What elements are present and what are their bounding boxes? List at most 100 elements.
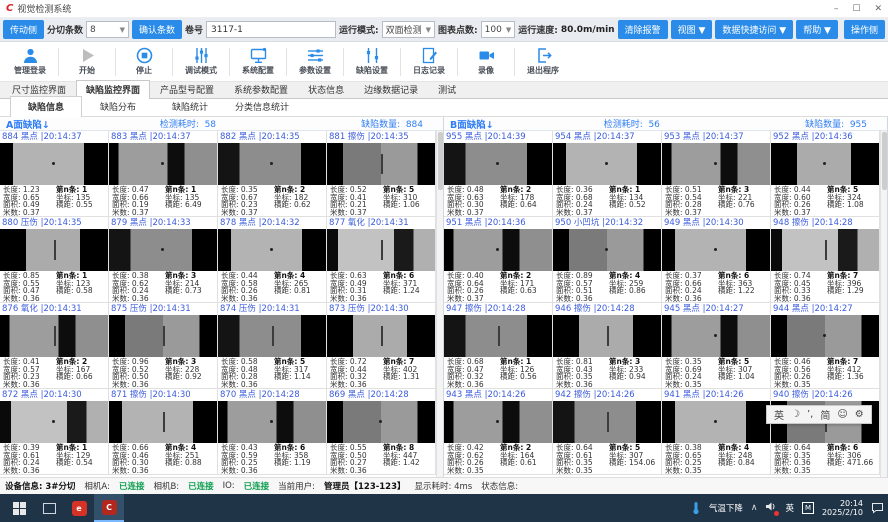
action-stop-button[interactable]: 停止 [116, 47, 172, 76]
camera-a-label: 相机A: [84, 480, 110, 492]
action-label: 系统配置 [242, 65, 274, 76]
defect-cell[interactable]: 951 黑点 |20:14:36 长度: 0.40宽度: 0.64面积: 0.2… [444, 217, 553, 303]
defect-cell[interactable]: 881 擦伤 |20:14:35 长度: 0.52宽度: 0.41面积: 0.2… [327, 131, 436, 217]
action-user-button[interactable]: 管理登录 [2, 47, 58, 76]
defect-cell[interactable]: 869 黑点 |20:14:28 长度: 0.55宽度: 0.50面积: 0.2… [327, 389, 436, 475]
action-log-button[interactable]: 日志记录 [401, 47, 457, 76]
panel-detect-time: 检测耗时: 58 [160, 117, 216, 130]
defect-cell[interactable]: 940 擦伤 |20:14:26 长度: 0.64宽度: 0.35面积: 0.3… [771, 389, 880, 475]
chart-points-label: 图表点数: [438, 23, 478, 36]
defect-cell[interactable]: 883 黑点 |20:14:37 长度: 0.47宽度: 0.66面积: 0.1… [109, 131, 218, 217]
maximize-button[interactable]: ☐ [852, 4, 860, 14]
taskbar-app-2[interactable]: C [94, 494, 124, 522]
operation-side-button[interactable]: 操作侧 [844, 20, 885, 39]
task-view-button[interactable] [34, 494, 64, 522]
ime-settings-gear-icon[interactable]: ⚙ [855, 409, 864, 420]
defect-cell[interactable]: 944 黑点 |20:14:27 长度: 0.46宽度: 0.56面积: 0.2… [771, 303, 880, 389]
subtab-1[interactable]: 缺陷分布 [82, 96, 154, 116]
defect-cell[interactable]: 878 黑点 |20:14:32 长度: 0.44宽度: 0.58面积: 0.2… [218, 217, 327, 303]
scrollbar-thumb[interactable] [438, 132, 443, 190]
subtab-2[interactable]: 缺陷统计 [154, 96, 226, 116]
minimize-button[interactable]: – [834, 4, 839, 14]
tab-1[interactable]: 缺陷监控界面 [76, 80, 150, 99]
tray-expand-chevron[interactable]: ∧ [751, 503, 758, 513]
defect-cell[interactable]: 948 擦伤 |20:14:28 长度: 0.74宽度: 0.45面积: 0.3… [771, 217, 880, 303]
defect-cell[interactable]: 942 擦伤 |20:14:26 长度: 0.64宽度: 0.61面积: 0.3… [553, 389, 662, 475]
ime-simplified-toggle[interactable]: 简 [820, 407, 830, 422]
slit-count-select[interactable]: 8▼ [86, 21, 129, 38]
defect-cell-header: 869 黑点 |20:14:28 [327, 389, 435, 401]
subtab-0[interactable]: 缺陷信息 [10, 96, 82, 117]
ime-punctuation-toggle[interactable]: ’, [807, 409, 813, 420]
defect-cell[interactable]: 954 黑点 |20:14:37 长度: 0.36宽度: 0.68面积: 0.2… [553, 131, 662, 217]
defect-cell[interactable]: 871 擦伤 |20:14:30 长度: 0.66宽度: 0.46面积: 0.3… [109, 389, 218, 475]
defect-cell-header: 940 擦伤 |20:14:26 [771, 389, 879, 401]
ime-language-indicator[interactable]: 英 [785, 502, 794, 514]
action-vsliders-button[interactable]: 缺陷设置 [344, 47, 400, 76]
quick-access-menu-button[interactable]: 数据快捷访问 ▼ [715, 20, 793, 39]
panel-scrollbar[interactable] [880, 131, 887, 477]
action-hsliders-button[interactable]: 参数设置 [287, 47, 343, 76]
panel-header: B面缺陷↓ 检测耗时: 56 缺陷数量: 955 [444, 117, 887, 131]
defect-cell[interactable]: 884 黑点 |20:14:37 长度: 1.23宽度: 0.65面积: 0.4… [0, 131, 109, 217]
defect-cell[interactable]: 882 黑点 |20:14:35 长度: 0.35宽度: 0.67面积: 0.2… [218, 131, 327, 217]
defect-cell[interactable]: 873 压伤 |20:14:30 长度: 0.72宽度: 0.44面积: 0.3… [327, 303, 436, 389]
defect-cell[interactable]: 945 黑点 |20:14:27 长度: 0.35宽度: 0.69面积: 0.2… [662, 303, 771, 389]
defect-cell-header: 884 黑点 |20:14:37 [0, 131, 108, 143]
ime-fullhalf-moon-icon[interactable]: ☽ [791, 409, 800, 420]
defect-cell[interactable]: 953 黑点 |20:14:37 长度: 0.51宽度: 0.54面积: 0.2… [662, 131, 771, 217]
defect-cell[interactable]: 875 压伤 |20:14:31 长度: 0.96宽度: 0.52面积: 0.5… [109, 303, 218, 389]
action-exit-button[interactable]: 退出程序 [515, 47, 571, 76]
transmission-side-button[interactable]: 传动侧 [3, 20, 44, 39]
start-button[interactable] [4, 494, 34, 522]
defect-cell[interactable]: 870 黑点 |20:14:28 长度: 0.43宽度: 0.59面积: 0.2… [218, 389, 327, 475]
ime-emoji-icon[interactable]: ☺ [837, 409, 847, 420]
defect-cell[interactable]: 872 黑点 |20:14:30 长度: 0.39宽度: 0.61面积: 0.2… [0, 389, 109, 475]
action-center-icon[interactable] [871, 502, 884, 514]
action-tune-button[interactable]: 调试模式 [173, 47, 229, 76]
defect-grid: 884 黑点 |20:14:37 长度: 1.23宽度: 0.65面积: 0.4… [0, 131, 436, 475]
action-play-button[interactable]: 开始 [59, 47, 115, 76]
defect-cell[interactable]: 949 黑点 |20:14:30 长度: 0.37宽度: 0.66面积: 0.2… [662, 217, 771, 303]
defect-cell[interactable]: 950 小凹坑 |20:14:32 长度: 0.89宽度: 0.57面积: 0.… [553, 217, 662, 303]
action-monitor-button[interactable]: 系统配置 [230, 47, 286, 76]
defect-cell[interactable]: 874 压伤 |20:14:31 长度: 0.58宽度: 0.48面积: 0.2… [218, 303, 327, 389]
defect-info: 长度: 0.44宽度: 0.58面积: 0.26米数: 0.36 第n条: 4坐… [218, 271, 326, 302]
confirm-count-button[interactable]: 确认条数 [132, 20, 182, 39]
defect-cell[interactable]: 876 氧化 |20:14:31 长度: 0.41宽度: 0.57面积: 0.2… [0, 303, 109, 389]
clear-alarm-button[interactable]: 清除报警 [618, 20, 668, 39]
chart-points-select[interactable]: 100▼ [481, 21, 516, 38]
help-menu-button[interactable]: 帮助 ▼ [796, 20, 838, 39]
ime-mode-icon[interactable]: M [802, 502, 814, 514]
subtab-3[interactable]: 分类信息统计 [226, 96, 298, 116]
defect-cell[interactable]: 946 擦伤 |20:14:28 长度: 0.81宽度: 0.43面积: 0.3… [553, 303, 662, 389]
run-mode-select[interactable]: 双面检测▼ [382, 21, 435, 38]
action-label: 停止 [136, 65, 152, 76]
tab-5[interactable]: 边缘数据记录 [354, 80, 428, 98]
tab-6[interactable]: 测试 [428, 80, 466, 98]
defect-cell[interactable]: 879 黑点 |20:14:33 长度: 0.38宽度: 0.62面积: 0.2… [109, 217, 218, 303]
defect-cell[interactable]: 880 压伤 |20:14:35 长度: 0.85宽度: 0.55面积: 0.4… [0, 217, 109, 303]
volume-icon[interactable] [765, 501, 777, 515]
scrollbar-thumb[interactable] [882, 132, 887, 190]
defect-cell[interactable]: 952 黑点 |20:14:36 长度: 0.44宽度: 0.60面积: 0.2… [771, 131, 880, 217]
action-camera-button[interactable]: 录像 [458, 47, 514, 76]
defect-cell[interactable]: 955 黑点 |20:14:39 长度: 0.48宽度: 0.63面积: 0.3… [444, 131, 553, 217]
run-speed-value: 80.0m/min [561, 25, 615, 35]
defect-cell[interactable]: 877 氧化 |20:14:31 长度: 0.63宽度: 0.49面积: 0.3… [327, 217, 436, 303]
ime-lang-toggle[interactable]: 英 [774, 407, 784, 422]
defect-cell[interactable]: 943 黑点 |20:14:26 长度: 0.42宽度: 0.62面积: 0.2… [444, 389, 553, 475]
defect-cell[interactable]: 947 擦伤 |20:14:28 长度: 0.68宽度: 0.47面积: 0.3… [444, 303, 553, 389]
panel-scrollbar[interactable] [436, 131, 443, 477]
roll-number-input[interactable] [206, 21, 336, 38]
tab-4[interactable]: 状态信息 [298, 80, 354, 98]
taskbar-app-1[interactable]: e [64, 494, 94, 522]
close-button[interactable]: ✕ [874, 4, 882, 14]
defect-thumbnail-image [553, 143, 661, 185]
view-menu-button[interactable]: 视图 ▼ [671, 20, 713, 39]
weather-text[interactable]: 气温下降 [709, 502, 743, 514]
defect-thumbnail-image [0, 315, 108, 357]
defect-thumbnail-image [0, 143, 108, 185]
taskbar-clock[interactable]: 20:14 2025/2/10 [822, 499, 863, 518]
defect-cell[interactable]: 941 黑点 |20:14:26 长度: 0.38宽度: 0.65面积: 0.2… [662, 389, 771, 475]
